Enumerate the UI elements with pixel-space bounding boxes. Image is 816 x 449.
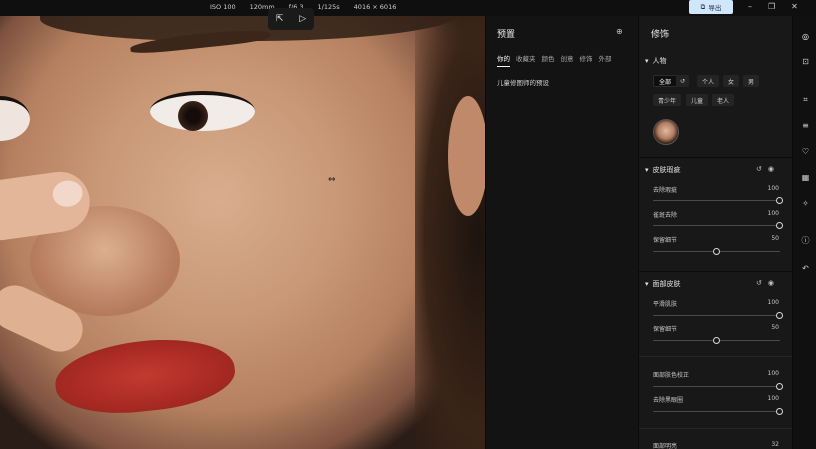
slider-knob[interactable]	[776, 383, 783, 390]
slider-label: 面部肤色校正	[653, 372, 690, 379]
collapse-arrow-icon: ▾	[645, 57, 649, 65]
section-actions: ↺ ◉	[756, 165, 774, 173]
slider-knob[interactable]	[776, 312, 783, 319]
photo-canvas[interactable]: ⇔	[0, 16, 485, 449]
tab-retouch[interactable]: 修饰	[580, 53, 593, 67]
presets-panel: 预置 ⊕ 你的 收藏夹 颜色 创意 修饰 外部 儿童修图师的预设	[485, 16, 638, 449]
before-after-icon[interactable]: ⇱	[276, 14, 284, 24]
slider-knob[interactable]	[712, 337, 720, 344]
slider-value: 100	[767, 185, 779, 192]
visibility-eye-icon[interactable]: ◉	[768, 165, 774, 173]
slider-label: 雀斑去除	[653, 212, 678, 219]
slider-label: 去除瑕疵	[653, 187, 678, 194]
slider-value: 100	[767, 299, 779, 306]
blemish-removal-slider[interactable]	[653, 197, 783, 204]
slider-value: 100	[767, 370, 779, 377]
top-bar: ISO 100 120mm f/6.3 1/125s 4016 × 6016 ⧉…	[0, 0, 816, 16]
chip-female[interactable]: 女	[723, 75, 740, 87]
retouch-icon[interactable]: ♡	[800, 146, 811, 157]
close-icon[interactable]: ✕	[791, 2, 798, 11]
people-section-header[interactable]: ▾ 人物	[645, 56, 667, 66]
image-resolution: 4016 × 6016	[353, 3, 397, 11]
visibility-eye-icon[interactable]: ◉	[768, 279, 774, 287]
shutter-speed: 1/125s	[317, 3, 340, 11]
export-label: 导出	[708, 4, 722, 12]
preserve-detail-slider[interactable]	[653, 337, 780, 344]
slider-value: 50	[771, 235, 779, 242]
layers-icon[interactable]: ▦	[800, 172, 811, 183]
smooth-skin-slider[interactable]	[653, 312, 783, 319]
collapse-arrow-icon: ▾	[645, 166, 649, 174]
people-title: 人物	[652, 57, 667, 65]
presets-title: 预置	[497, 30, 516, 40]
slider-value: 32	[771, 441, 779, 448]
dark-circle-removal-slider[interactable]	[653, 408, 783, 415]
slider-label: 面部明亮	[653, 443, 678, 449]
add-preset-icon[interactable]: ⊕	[616, 27, 623, 36]
tab-creative[interactable]: 创意	[561, 53, 574, 67]
reset-icon[interactable]: ↺	[756, 165, 762, 173]
slider-value: 100	[767, 395, 779, 402]
preserve-detail-slider[interactable]	[653, 248, 780, 255]
chip-elderly[interactable]: 老人	[712, 94, 735, 106]
retouch-panel: 修饰 ▾ 人物 全部 ↺ 个人 女 男 青少年 儿童 老人 ▾ 皮肤瑕疵 ↺ ◉…	[638, 16, 793, 449]
skin-blemish-title: 皮肤瑕疵	[652, 166, 681, 174]
skin-tone-correction-slider[interactable]	[653, 383, 783, 390]
export-button[interactable]: ⧉ 导出	[689, 0, 733, 14]
tab-external[interactable]: 外部	[599, 53, 612, 67]
undo-icon[interactable]: ↶	[800, 263, 811, 274]
adjust-sliders-icon[interactable]: ≡	[800, 120, 811, 131]
section-actions: ↺ ◉	[756, 279, 774, 287]
freckle-removal-slider[interactable]	[653, 222, 783, 229]
slider-label: 平滑肌肤	[653, 301, 678, 308]
window-controls: – ❐ ✕	[748, 2, 798, 11]
skin-blemish-header[interactable]: ▾ 皮肤瑕疵	[645, 165, 681, 175]
slider-knob[interactable]	[776, 408, 783, 415]
panel-title: 修饰	[651, 30, 670, 40]
chip-teen[interactable]: 青少年	[653, 94, 682, 106]
presets-tool-icon[interactable]: ◎	[800, 31, 811, 42]
slider-knob[interactable]	[776, 197, 783, 204]
minimize-icon[interactable]: –	[748, 2, 752, 11]
preview-compare-icon[interactable]: ▷	[299, 14, 306, 24]
compare-toggle[interactable]: ⇱ ▷	[268, 8, 314, 30]
slider-knob[interactable]	[712, 248, 720, 255]
chip-child[interactable]: 儿童	[686, 94, 709, 106]
preset-item[interactable]: 儿童修图师的预设	[497, 77, 549, 87]
export-icon: ⧉	[700, 2, 706, 11]
slider-label: 保留细节	[653, 326, 678, 333]
resize-cursor-icon: ⇔	[328, 175, 336, 185]
face-skin-header[interactable]: ▾ 面部皮肤	[645, 279, 681, 289]
tab-color[interactable]: 颜色	[542, 53, 555, 67]
maximize-icon[interactable]: ❐	[768, 2, 775, 11]
ai-select-icon[interactable]: ⊡	[800, 56, 811, 67]
tab-favorites[interactable]: 收藏夹	[516, 53, 536, 67]
collapse-arrow-icon: ▾	[645, 280, 649, 288]
tab-yours[interactable]: 你的	[497, 53, 510, 67]
face-skin-title: 面部皮肤	[652, 280, 681, 288]
reset-icon[interactable]: ↺	[756, 279, 762, 287]
iso-value: ISO 100	[210, 3, 236, 11]
slider-value: 50	[771, 324, 779, 331]
magic-icon[interactable]: ✧	[800, 198, 811, 209]
chip-individual[interactable]: 个人	[697, 75, 720, 87]
presets-tabs: 你的 收藏夹 颜色 创意 修饰 外部	[497, 53, 612, 67]
reset-icon[interactable]: ↺	[676, 75, 690, 87]
slider-label: 去除黑眼圈	[653, 397, 684, 404]
info-icon[interactable]: ⓘ	[800, 235, 811, 246]
avatar[interactable]	[653, 119, 679, 145]
chip-male[interactable]: 男	[743, 75, 760, 87]
slider-label: 保留细节	[653, 237, 678, 244]
chip-all[interactable]: 全部	[653, 75, 678, 87]
crop-icon[interactable]: ⌗	[800, 94, 811, 105]
slider-value: 100	[767, 210, 779, 217]
slider-knob[interactable]	[776, 222, 783, 229]
tool-strip: ◎ ⊡ ⌗ ≡ ♡ ▦ ✧ ⓘ ↶	[792, 16, 816, 449]
